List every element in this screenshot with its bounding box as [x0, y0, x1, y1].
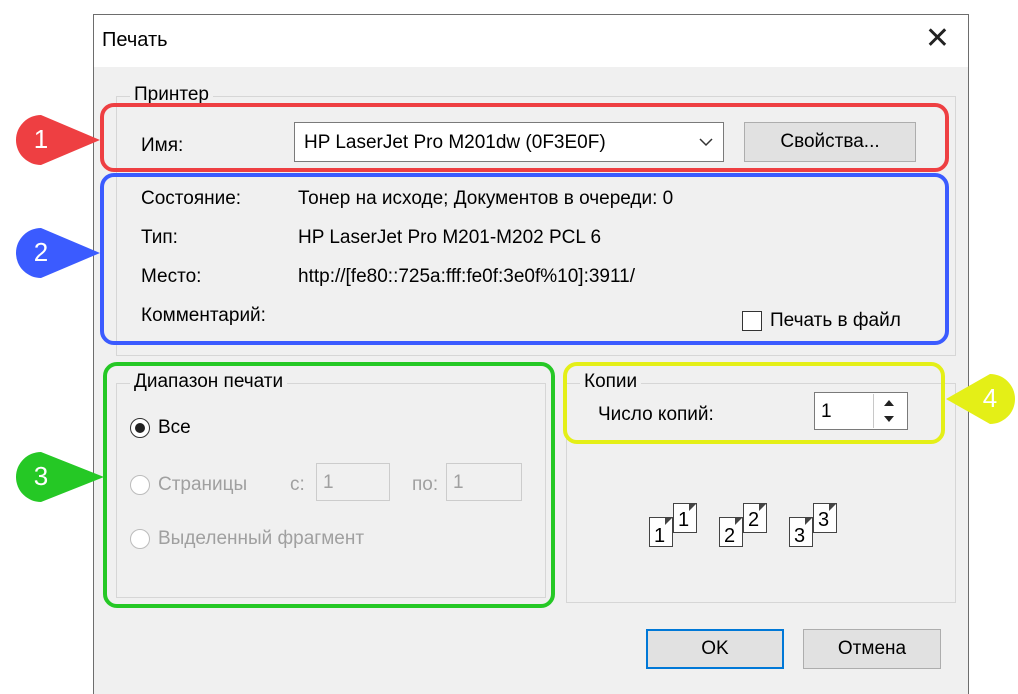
callout-2: 2 — [14, 226, 104, 286]
callout-4: 4 — [944, 372, 1016, 432]
collate-page-back-3: 3 — [813, 503, 837, 533]
collate-page-front-1: 1 — [649, 517, 673, 547]
collate-icon: 1 1 2 2 3 3 — [649, 503, 869, 563]
collate-page-front-3: 3 — [789, 517, 813, 547]
highlight-1 — [100, 103, 949, 172]
title-bar: Печать ✕ — [94, 15, 968, 67]
callout-1-number: 1 — [33, 124, 49, 154]
callout-3: 3 — [14, 450, 108, 510]
collate-page-back-1: 1 — [673, 503, 697, 533]
callout-4-number: 4 — [982, 383, 998, 413]
highlight-2 — [100, 173, 949, 345]
callout-1: 1 — [14, 113, 104, 173]
collate-page-front-2: 2 — [719, 517, 743, 547]
dialog-title: Печать — [102, 29, 168, 51]
collate-page-back-2: 2 — [743, 503, 767, 533]
ok-button[interactable]: OK — [646, 629, 784, 669]
cancel-button[interactable]: Отмена — [803, 629, 941, 669]
callout-2-number: 2 — [33, 237, 49, 267]
callout-3-number: 3 — [33, 461, 49, 491]
close-icon[interactable]: ✕ — [925, 23, 950, 55]
highlight-4 — [563, 362, 945, 444]
highlight-3 — [103, 362, 555, 608]
